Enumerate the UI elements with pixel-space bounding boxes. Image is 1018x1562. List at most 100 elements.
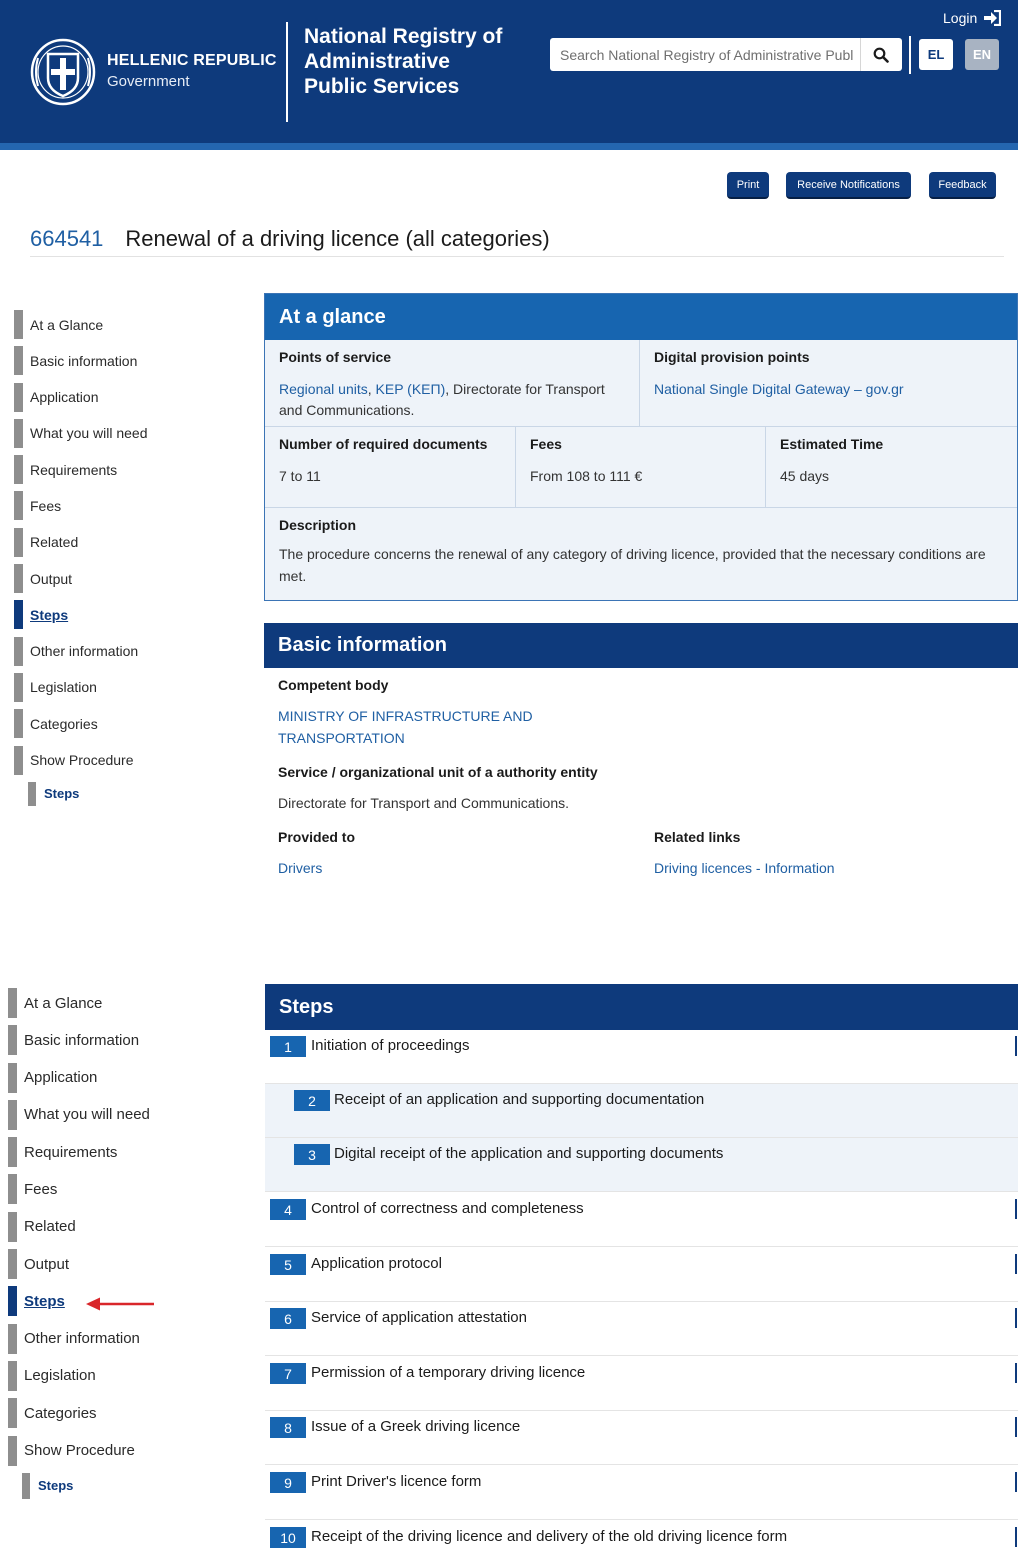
fees-label: Fees xyxy=(530,436,562,452)
estimated-time-label: Estimated Time xyxy=(780,436,884,452)
nav-other-information[interactable]: Other information xyxy=(8,1323,150,1354)
gov-subtitle: Government xyxy=(107,73,190,90)
nav-what-you-will-need[interactable]: What you will need xyxy=(8,1099,150,1130)
step-title: Control of correctness and completeness xyxy=(311,1200,584,1217)
kep-link[interactable]: KEP (ΚΕΠ) xyxy=(376,381,446,397)
nav-at-a-glance[interactable]: At a Glance xyxy=(8,988,150,1018)
step-row[interactable]: 1 Initiation of proceedings xyxy=(265,1030,1018,1084)
nav-output[interactable]: Output xyxy=(14,564,148,594)
lang-en-button[interactable]: EN xyxy=(965,39,999,70)
procedure-id: 664541 xyxy=(30,226,104,251)
registry-title[interactable]: National Registry of Administrative Publ… xyxy=(304,24,514,99)
points-of-service-value: Regional units, KEP (ΚΕΠ), Directorate f… xyxy=(279,381,605,418)
gov-gr-gateway-link[interactable]: National Single Digital Gateway – gov.gr xyxy=(654,381,904,397)
digital-provision-cell: Digital provision points National Single… xyxy=(640,340,1017,426)
step-number-badge: 7 xyxy=(270,1363,306,1384)
step-row[interactable]: 10 Receipt of the driving licence and de… xyxy=(265,1521,1018,1562)
nav-output[interactable]: Output xyxy=(8,1249,150,1280)
steps-heading: Steps xyxy=(265,984,1018,1030)
login-label: Login xyxy=(943,10,978,26)
step-number-badge: 1 xyxy=(270,1036,306,1057)
nav-sub-steps[interactable]: Steps xyxy=(28,781,148,806)
step-number-badge: 8 xyxy=(270,1417,306,1438)
nav-related[interactable]: Related xyxy=(8,1211,150,1242)
nav-application[interactable]: Application xyxy=(14,382,148,412)
nav-show-procedure[interactable]: Show Procedure xyxy=(14,745,148,775)
step-number-badge: 2 xyxy=(294,1090,330,1111)
lang-el-button[interactable]: EL xyxy=(919,39,953,70)
nav-steps[interactable]: Steps xyxy=(14,600,148,630)
step-row[interactable]: 8 Issue of a Greek driving licence xyxy=(265,1411,1018,1465)
nav-fees[interactable]: Fees xyxy=(8,1174,150,1205)
nav-show-procedure[interactable]: Show Procedure xyxy=(8,1435,150,1466)
digital-provision-label: Digital provision points xyxy=(654,349,810,365)
driving-licences-info-link[interactable]: Driving licences - Information xyxy=(654,857,835,879)
nav-categories[interactable]: Categories xyxy=(8,1398,150,1429)
competent-body-label: Competent body xyxy=(278,677,389,693)
step-title: Print Driver's licence form xyxy=(311,1473,482,1490)
step-title: Receipt of an application and supporting… xyxy=(334,1091,705,1108)
description-value: The procedure concerns the renewal of an… xyxy=(279,546,986,584)
step-row[interactable]: 3 Digital receipt of the application and… xyxy=(265,1138,1018,1192)
fees-cell: Fees From 108 to 111 € xyxy=(516,427,766,507)
step-row[interactable]: 2 Receipt of an application and supporti… xyxy=(265,1084,1018,1138)
required-documents-cell: Number of required documents 7 to 11 xyxy=(265,427,516,507)
step-row[interactable]: 7 Permission of a temporary driving lice… xyxy=(265,1357,1018,1411)
feedback-button[interactable]: Feedback xyxy=(929,172,996,199)
points-of-service-cell: Points of service Regional units, KEP (Κ… xyxy=(265,340,640,426)
drivers-link[interactable]: Drivers xyxy=(278,857,322,879)
gov-title: HELLENIC REPUBLIC xyxy=(107,52,277,69)
fees-value: From 108 to 111 € xyxy=(530,468,643,484)
nav-other-information[interactable]: Other information xyxy=(14,636,148,666)
required-documents-value: 7 to 11 xyxy=(279,468,321,484)
nav-basic-information[interactable]: Basic information xyxy=(8,1025,150,1056)
login-icon xyxy=(984,10,1002,26)
points-of-service-label: Points of service xyxy=(279,349,392,365)
service-unit-value: Directorate for Transport and Communicat… xyxy=(278,795,570,811)
procedure-title: Renewal of a driving licence (all catego… xyxy=(125,226,550,251)
step-number-badge: 9 xyxy=(270,1472,306,1493)
provided-to-label: Provided to xyxy=(278,829,356,845)
nav-legislation[interactable]: Legislation xyxy=(8,1360,150,1391)
nav-requirements[interactable]: Requirements xyxy=(8,1137,150,1168)
red-arrow-annotation-icon xyxy=(86,1297,154,1311)
login-link[interactable]: Login xyxy=(943,10,1002,26)
regional-units-link[interactable]: Regional units xyxy=(279,381,368,397)
estimated-time-value: 45 days xyxy=(780,468,830,484)
step-title: Application protocol xyxy=(311,1255,442,1272)
nav-related[interactable]: Related xyxy=(14,527,148,557)
page-title: 664541 Renewal of a driving licence (all … xyxy=(30,226,550,252)
step-title: Receipt of the driving licence and deliv… xyxy=(311,1528,788,1545)
step-row[interactable]: 6 Service of application attestation xyxy=(265,1302,1018,1356)
step-row[interactable]: 4 Control of correctness and completenes… xyxy=(265,1193,1018,1247)
nav-requirements[interactable]: Requirements xyxy=(14,455,148,485)
nav-basic-information[interactable]: Basic information xyxy=(14,346,148,376)
step-title: Digital receipt of the application and s… xyxy=(334,1145,724,1162)
basic-information-heading: Basic information xyxy=(264,623,1018,668)
related-links-label: Related links xyxy=(654,829,741,845)
at-a-glance-heading: At a glance xyxy=(265,294,1017,340)
search-input[interactable] xyxy=(550,39,860,70)
estimated-time-cell: Estimated Time 45 days xyxy=(766,427,1017,507)
header-divider xyxy=(286,22,288,122)
section-nav-sticky: At a Glance Basic information Applicatio… xyxy=(8,988,150,1499)
step-row[interactable]: 9 Print Driver's licence form xyxy=(265,1466,1018,1520)
nav-fees[interactable]: Fees xyxy=(14,491,148,521)
lang-separator xyxy=(909,36,911,74)
nav-at-a-glance[interactable]: At a Glance xyxy=(14,310,148,339)
nav-application[interactable]: Application xyxy=(8,1062,150,1093)
step-number-badge: 5 xyxy=(270,1254,306,1275)
step-row[interactable]: 5 Application protocol xyxy=(265,1248,1018,1302)
search-button[interactable] xyxy=(860,38,900,71)
nav-what-you-will-need[interactable]: What you will need xyxy=(14,418,148,448)
print-button[interactable]: Print xyxy=(727,172,769,199)
step-title: Initiation of proceedings xyxy=(311,1037,470,1054)
nav-categories[interactable]: Categories xyxy=(14,709,148,739)
site-header: HELLENIC REPUBLIC Government National Re… xyxy=(0,0,1018,143)
required-documents-label: Number of required documents xyxy=(279,436,488,452)
receive-notifications-button[interactable]: Receive Notifications xyxy=(786,172,911,199)
nav-legislation[interactable]: Legislation xyxy=(14,672,148,702)
nav-sub-steps[interactable]: Steps xyxy=(22,1472,150,1499)
step-number-badge: 6 xyxy=(270,1308,306,1329)
competent-body-link[interactable]: MINISTRY OF INFRASTRUCTURE AND TRANSPORT… xyxy=(278,705,548,749)
